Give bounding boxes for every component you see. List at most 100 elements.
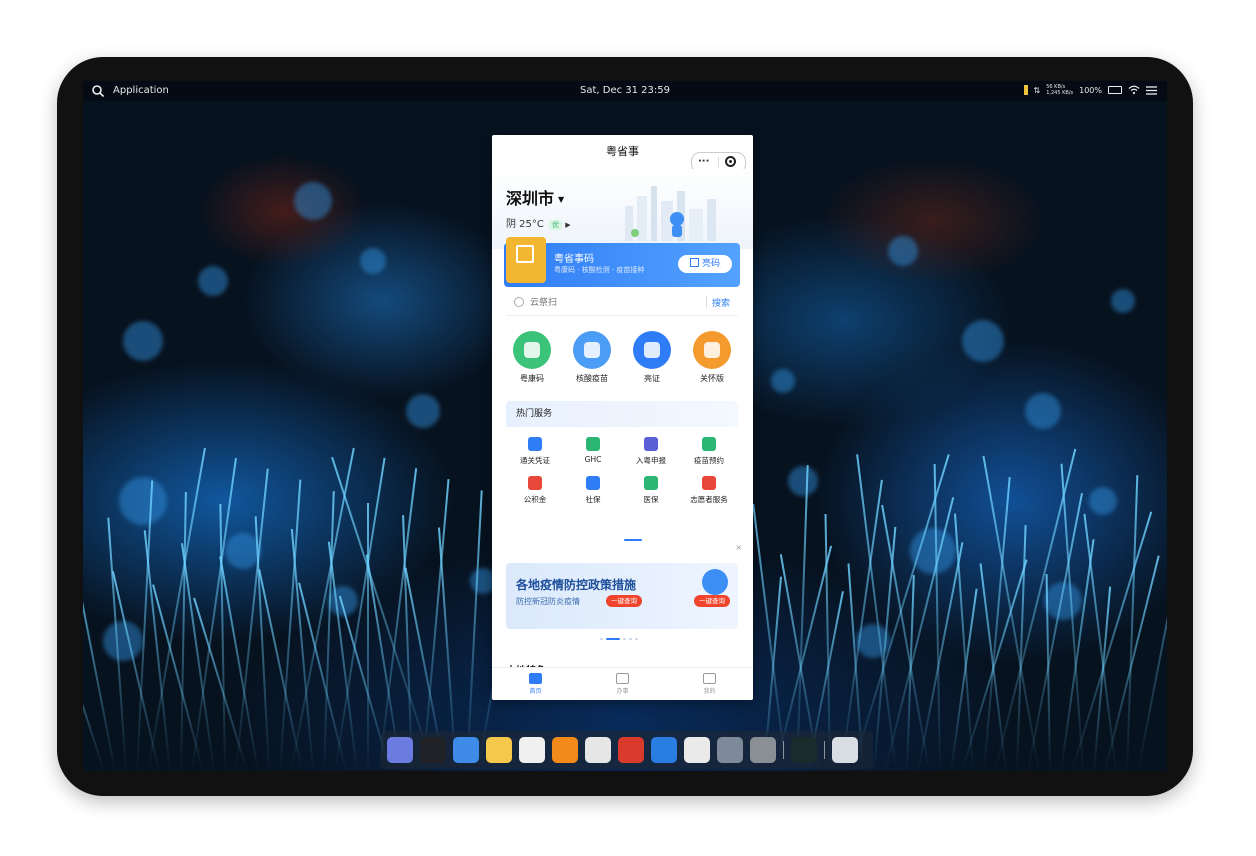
service-item[interactable]: 社保 [564,476,622,505]
fiber-strand [367,503,369,771]
network-speed: 56 KB/s 1,245 KB/s [1046,84,1074,96]
quick-entry-icon [633,331,671,369]
fiber-strand [1027,493,1083,771]
service-item[interactable]: GHC [564,437,622,466]
fiber-strand [982,455,1040,771]
service-icon [702,476,716,490]
hot-services-card: 热门服务 通关凭证 GHC 入粤申报 疫苗预约公积金 社保 医保 志愿者服务 × [506,401,742,552]
search-icon[interactable] [91,84,105,98]
service-label: 社保 [585,495,601,504]
service-label: 志愿者服务 [690,495,728,504]
quick-entry-icon [573,331,611,369]
tab-label: 首页 [529,688,542,695]
pager-dot [629,638,632,640]
tab-profile[interactable]: 我的 [666,668,753,700]
pager-dot [635,638,638,640]
search-button[interactable]: 搜索 [712,296,730,309]
clock[interactable]: Sat, Dec 31 23:59 [580,85,670,96]
tab-services[interactable]: 办事 [579,668,666,700]
more-options-icon[interactable]: ··· [698,156,709,167]
bokeh-light [294,182,332,220]
service-label: 入粤申报 [636,456,666,465]
service-item[interactable]: 医保 [622,476,680,505]
chrome-icon[interactable] [453,737,479,763]
fiber-strand [323,491,335,771]
quick-entry[interactable]: 粤康码 [503,331,561,389]
settings-app-icon[interactable] [717,737,743,763]
bokeh-light [1111,289,1135,313]
promo-query-button[interactable]: 一键查询 [606,595,642,607]
service-icon [644,437,658,451]
fiber-strand [979,563,1007,771]
service-icon [528,476,542,490]
quick-entry-row: 粤康码 核酸疫苗 亮证 关怀版 [502,331,742,389]
search-bar: 搜索 [506,291,738,316]
dictionary-icon[interactable] [519,737,545,763]
calendar-icon [616,673,629,684]
search-input[interactable] [528,291,702,315]
sublime-text-icon[interactable] [552,737,578,763]
filezilla-icon[interactable] [618,737,644,763]
service-icon [586,437,600,451]
typora-icon[interactable] [585,737,611,763]
finder-icon[interactable] [387,737,413,763]
battery-bar-icon [1023,85,1028,95]
bokeh-light [360,248,386,274]
promo-query-button-secondary[interactable]: 一键查询 [694,595,730,607]
quick-entry[interactable]: 关怀版 [683,331,741,389]
qr-icon [689,258,699,267]
github-icon[interactable] [684,737,710,763]
air-quality-badge: 优 [549,220,563,230]
bokeh-light [910,528,956,574]
fiber-strand [933,464,941,771]
service-item[interactable]: 疫苗预约 [680,437,738,466]
wifi-icon[interactable] [1128,85,1140,95]
fiber-strand [950,588,978,771]
hot-services-title: 热门服务 [506,401,738,427]
quick-entry-label: 粤康码 [520,374,544,383]
dock [381,731,873,769]
bokeh-light [962,320,1004,362]
quick-entry[interactable]: 亮证 [623,331,681,389]
epidemic-policy-banner[interactable]: 各地疫情防控政策措施 防控新冠防炎疫情 一键查询 一键查询 [506,563,738,629]
bokeh-light [1025,393,1061,429]
service-label: 疫苗预约 [694,456,724,465]
quick-entry-label: 亮证 [644,374,660,383]
close-mini-program-icon[interactable] [725,156,736,167]
bokeh-light [119,477,167,525]
video-player-icon[interactable] [651,737,677,763]
health-code-banner[interactable]: 粤省事码 粤康码 · 核酸检测 · 疫苗接种 亮码 [504,237,740,287]
menu-icon[interactable] [1146,85,1157,95]
activity-monitor-icon[interactable] [791,737,817,763]
pager-dot [623,638,626,640]
profile-icon [703,673,716,684]
service-icon [586,476,600,490]
bokeh-light [1089,487,1117,515]
system-preferences-icon[interactable] [750,737,776,763]
code-banner-title: 粤省事码 [554,254,594,265]
sketch-icon[interactable] [486,737,512,763]
fiber-strand [83,557,116,771]
close-icon[interactable]: × [735,543,742,552]
weather-info[interactable]: 阴 25°C 优 ▶ [506,215,571,230]
service-item[interactable]: 入粤申报 [622,437,680,466]
service-icon [702,437,716,451]
service-item[interactable]: 志愿者服务 [680,476,738,505]
terminal-icon[interactable] [420,737,446,763]
bokeh-light [771,369,795,393]
application-menu[interactable]: Application [113,85,169,96]
battery-icon[interactable] [1108,86,1122,94]
service-icon [644,476,658,490]
trash-icon[interactable] [832,737,858,763]
city-selector[interactable]: 深圳市 ▼ [506,185,564,209]
dock-separator [783,741,784,759]
service-item[interactable]: 通关凭证 [506,437,564,466]
quick-entry[interactable]: 核酸疫苗 [563,331,621,389]
show-code-button[interactable]: 亮码 [678,255,732,273]
fiber-strand [180,543,215,771]
bottom-tab-bar: 首页 办事 我的 [492,667,753,700]
tab-home[interactable]: 首页 [492,668,579,700]
quick-entry-icon [693,331,731,369]
service-label: 通关凭证 [520,456,550,465]
service-item[interactable]: 公积金 [506,476,564,505]
